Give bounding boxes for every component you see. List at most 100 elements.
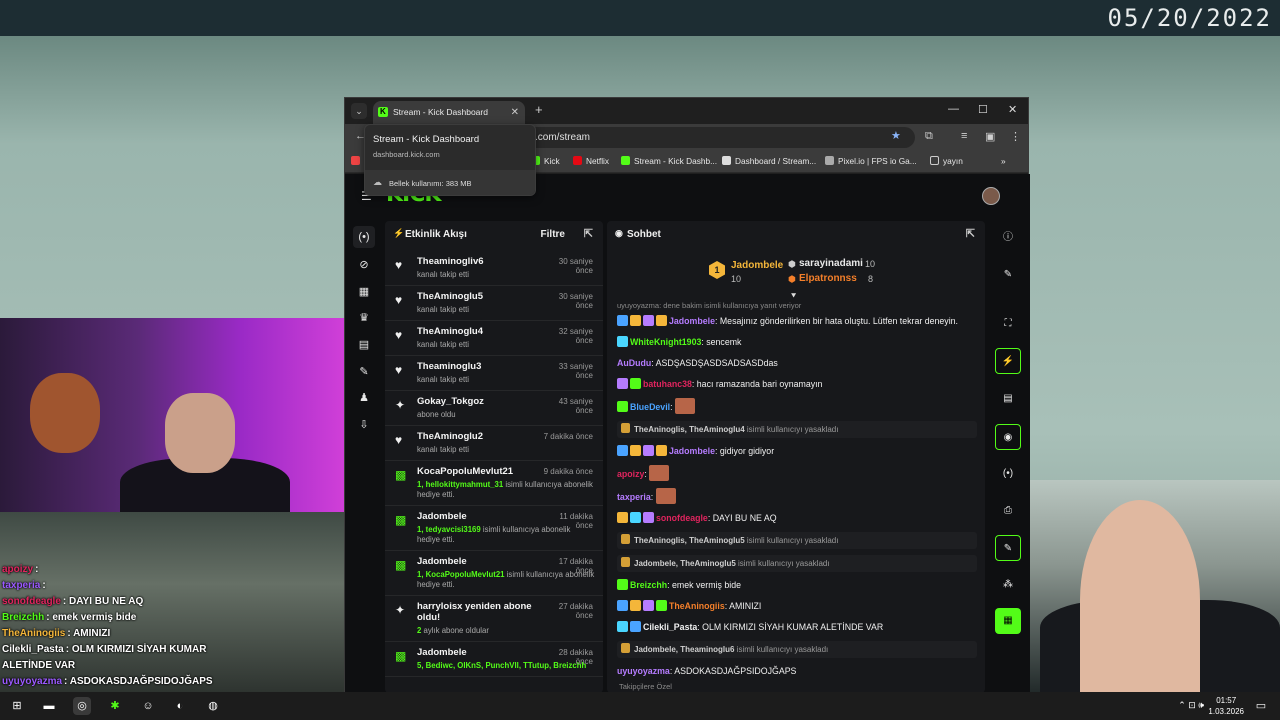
chat-username[interactable]: BlueDevil <box>630 402 670 412</box>
leader-second-name[interactable]: sarayinadami <box>799 258 863 269</box>
chat-message[interactable]: AuDudu: ASDŞASDŞASDSADSASDdas <box>617 356 977 370</box>
activity-highlight: 1, hellokittymahmut_31 <box>417 480 504 489</box>
chat-username[interactable]: batuhanc38 <box>643 379 692 389</box>
analytics-icon[interactable]: ▦ <box>353 281 375 303</box>
system-tray[interactable]: ⌃ ⊡ 🕪 <box>1178 700 1204 711</box>
chat-message[interactable]: uyuyoyazma: ASDOKASDJAĞPSIDOJĞAPS <box>617 664 977 678</box>
info-icon[interactable]: ⓘ <box>995 225 1021 251</box>
popout-icon[interactable]: ⇱ <box>584 227 593 240</box>
activity-detail-text: abone oldu <box>417 410 456 419</box>
stream-broadcast-icon[interactable]: (•) <box>353 226 375 248</box>
chat-message[interactable]: taxperia: <box>617 488 977 504</box>
bookmark-pixel[interactable]: Pixel.io | FPS io Ga... <box>825 156 917 166</box>
bookmarks-overflow-icon[interactable]: » <box>1001 156 1006 166</box>
upload-icon[interactable]: ⇩ <box>353 414 375 436</box>
chat-popout-icon[interactable]: ⇱ <box>966 227 975 240</box>
wrench-icon[interactable]: ✎ <box>353 361 375 383</box>
bookmark-kick-dashboard[interactable]: Stream - Kick Dashb... <box>621 156 717 166</box>
users-icon[interactable]: ♟ <box>353 387 375 409</box>
extension-badge-icon[interactable]: ▣ <box>985 130 995 143</box>
activity-item[interactable]: ✦ harryloisx yeniden abone oldu! 27 dakika… <box>385 596 603 642</box>
notes-icon[interactable]: ▤ <box>995 386 1021 412</box>
maximize-button[interactable]: ☐ <box>978 103 988 116</box>
badge-icon <box>617 401 628 412</box>
broadcast-icon[interactable]: (•) <box>995 461 1021 487</box>
chat-message[interactable]: WhiteKnight1903: sencemk <box>617 335 977 349</box>
bookmark-netflix[interactable]: Netflix <box>573 156 609 166</box>
leader-first-name[interactable]: Jadombele <box>731 260 783 271</box>
chat-message[interactable]: batuhanc38: hacı ramazanda bari oynamayı… <box>617 377 977 391</box>
quick-actions-icon[interactable]: ⚡ <box>995 348 1021 374</box>
chat-username[interactable]: taxperia <box>617 492 651 502</box>
media-icon[interactable]: ≡ <box>961 130 967 142</box>
activity-item[interactable]: ♥ TheAminoglu5 30 saniye önce kanalı takip … <box>385 286 603 321</box>
chat-message[interactable]: TheAninogiis: AMINIZI <box>617 599 977 613</box>
bookmark-folder-yayin[interactable]: yayın <box>930 156 963 166</box>
chat-toggle-icon[interactable]: ◉ <box>995 424 1021 450</box>
clipboard-icon[interactable]: ▦ <box>995 608 1021 634</box>
tab-active[interactable]: Stream - Kick Dashboard ✕ <box>373 100 525 124</box>
obs-icon[interactable]: ◍ <box>204 697 222 715</box>
share-icon[interactable]: ⁂ <box>995 572 1021 598</box>
badge-icon <box>617 600 628 611</box>
activity-item[interactable]: ♥ Theaminoglu3 33 saniye önce kanalı takip … <box>385 356 603 391</box>
kick-app-icon[interactable]: ✱ <box>106 697 124 715</box>
chat-message[interactable]: sonofdeagle: DAYI BU NE AQ <box>617 511 977 525</box>
bookmark-dashboard-stream[interactable]: Dashboard / Stream... <box>722 156 816 166</box>
apps-icon[interactable] <box>351 156 364 166</box>
activity-item[interactable]: ♥ TheAminoglu4 32 saniye önce kanalı takip … <box>385 321 603 356</box>
activity-item[interactable]: ♥ Theaminogliv6 30 saniye önce kanalı takip… <box>385 251 603 286</box>
chat-message[interactable]: BlueDevil: <box>617 398 977 414</box>
steam-icon[interactable]: ◐ <box>171 697 189 715</box>
chat-text: : ASDŞASDŞASDSADSASDdas <box>651 358 778 368</box>
tab-close-icon[interactable]: ✕ <box>511 101 519 124</box>
link-icon[interactable]: ⊘ <box>353 254 375 276</box>
chat-username[interactable]: Cilekli_Pasta <box>643 622 697 632</box>
chat-username[interactable]: apoizy <box>617 469 644 479</box>
minimize-button[interactable]: — <box>948 103 959 115</box>
discord-icon[interactable]: ☺ <box>139 697 157 715</box>
chat-message[interactable]: apoizy: <box>617 465 977 481</box>
activity-item[interactable]: ♥ TheAminoglu2 7 dakika önce kanalı takip e… <box>385 426 603 461</box>
leader-third-name[interactable]: Elpatronnss <box>799 273 857 284</box>
file-explorer-icon[interactable]: ▬ <box>40 697 58 715</box>
chat-message[interactable]: Breizchh: emek vermiş bide <box>617 578 977 592</box>
tools-icon[interactable]: ✎ <box>995 535 1021 561</box>
filter-button[interactable]: Filtre <box>541 229 565 240</box>
fullscreen-icon[interactable]: ⛶ <box>995 311 1021 337</box>
trophy-icon[interactable]: ♛ <box>353 307 375 329</box>
activity-item[interactable]: ▩ KocaPopoluMevlut21 9 dakika önce 1, hello… <box>385 461 603 506</box>
edit-icon[interactable]: ✎ <box>995 262 1021 288</box>
chrome-icon[interactable]: ◎ <box>73 697 91 715</box>
menu-dots-icon[interactable]: ⋮ <box>1010 130 1021 143</box>
activity-item[interactable]: ▩ Jadombele 28 dakika önce 5, Bediwc, OlKnS… <box>385 642 603 677</box>
chat-username[interactable]: Jadombele <box>669 446 715 456</box>
tab-search-button[interactable]: ⌄ <box>351 103 367 119</box>
activity-detail: 1, hellokittymahmut_31 isimli kullanıcıy… <box>417 480 595 500</box>
notifications-icon[interactable]: ▭ <box>1252 697 1270 715</box>
chat-username[interactable]: TheAninogiis <box>669 601 725 611</box>
user-avatar[interactable] <box>982 187 1000 205</box>
chat-message[interactable]: Jadombele: Mesajınız gönderilirken bir h… <box>617 314 977 328</box>
bookmark-star-icon[interactable]: ★ <box>891 129 901 142</box>
chat-username[interactable]: WhiteKnight1903 <box>630 337 701 347</box>
chat-username[interactable]: Breizchh <box>630 580 667 590</box>
close-window-button[interactable]: ✕ <box>1008 103 1017 116</box>
windows-start-icon[interactable]: ⊞ <box>8 697 26 715</box>
clock[interactable]: 01:57 1.03.2026 <box>1208 695 1244 717</box>
extensions-icon[interactable]: ⧉ <box>925 130 933 143</box>
activity-time: 30 saniye önce <box>558 292 593 310</box>
chat-username[interactable]: sonofdeagle <box>656 513 708 523</box>
chat-message[interactable]: Cilekli_Pasta: OLM KIRMIZI SİYAH KUMAR A… <box>617 620 977 634</box>
chat-username[interactable]: AuDudu <box>617 358 651 368</box>
layout-icon[interactable]: ▤ <box>353 334 375 356</box>
activity-item[interactable]: ✦ Gokay_Tokgoz 43 saniye önce abone oldu <box>385 391 603 426</box>
new-tab-button[interactable]: + <box>535 102 543 117</box>
activity-detail: 2 aylık abone oldular <box>417 626 595 636</box>
printer-icon[interactable]: ⎙ <box>995 498 1021 524</box>
activity-item[interactable]: ▩ Jadombele 17 dakika önce 1, KocaPopoluMev… <box>385 551 603 596</box>
chat-username[interactable]: uyuyoyazma <box>617 666 670 676</box>
chat-username[interactable]: Jadombele <box>669 316 715 326</box>
chat-message[interactable]: Jadombele: gidiyor gidiyor <box>617 444 977 458</box>
activity-item[interactable]: ▩ Jadombele 11 dakika önce 1, tedyavcisi316… <box>385 506 603 551</box>
